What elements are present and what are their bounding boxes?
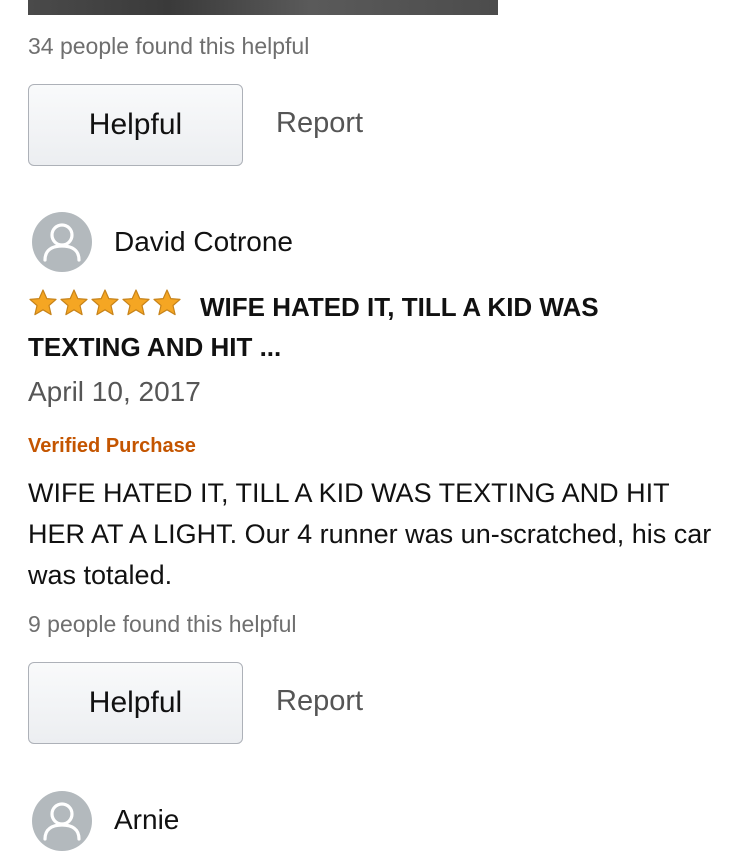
helpful-button[interactable]: Helpful: [28, 662, 243, 744]
avatar-icon[interactable]: [32, 791, 92, 851]
reviewer-name[interactable]: David Cotrone: [114, 226, 293, 258]
review-body: WIFE HATED IT, TILL A KID WAS TEXTING AN…: [28, 478, 712, 590]
report-link[interactable]: Report: [276, 685, 363, 718]
avatar-icon[interactable]: [32, 212, 92, 272]
verified-purchase-badge: Verified Purchase: [28, 435, 196, 457]
review-date: April 10, 2017: [28, 376, 201, 407]
review-image[interactable]: [28, 0, 498, 15]
reviewer-name[interactable]: Arnie: [114, 804, 179, 836]
helpful-count: 34 people found this helpful: [28, 33, 310, 59]
helpful-button[interactable]: Helpful: [28, 84, 243, 166]
report-link[interactable]: Report: [276, 107, 363, 140]
review-title[interactable]: WIFE HATED IT, TILL A KID WAS TEXTING AN…: [28, 287, 718, 367]
helpful-count: 9 people found this helpful: [28, 611, 297, 637]
